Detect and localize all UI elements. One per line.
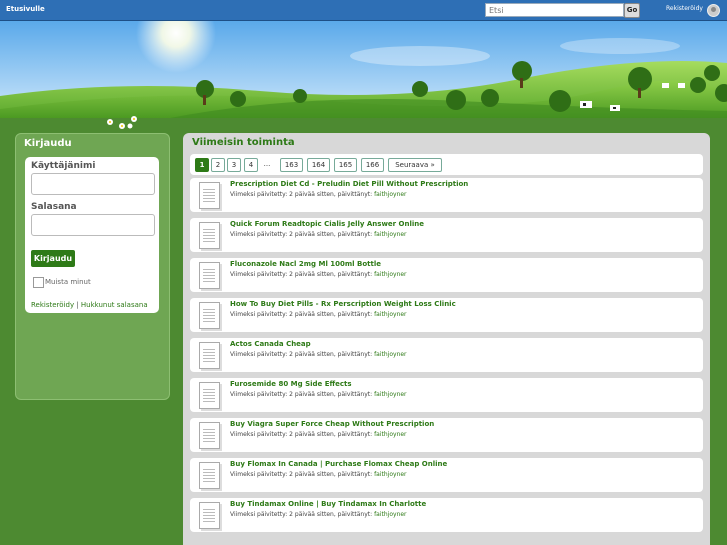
item-meta: Viimeksi päivitetty: 2 päivää sitten, pä…: [230, 271, 407, 278]
author-link[interactable]: faithjoyner: [374, 391, 406, 398]
link-separator: |: [74, 301, 81, 309]
item-meta: Viimeksi päivitetty: 2 päivää sitten, pä…: [230, 311, 407, 318]
item-meta: Viimeksi päivitetty: 2 päivää sitten, pä…: [230, 351, 407, 358]
document-icon: [199, 422, 220, 449]
list-item: Quick Forum Readtopic Cialis Jelly Answe…: [190, 218, 703, 252]
remember-me-label: Muista minut: [45, 278, 91, 286]
meta-text: Viimeksi päivitetty: 2 päivää sitten, pä…: [230, 271, 375, 278]
register-link[interactable]: Rekisteröidy: [666, 5, 703, 12]
author-link[interactable]: faithjoyner: [374, 231, 406, 238]
item-title-link[interactable]: Quick Forum Readtopic Cialis Jelly Answe…: [230, 220, 424, 228]
author-link[interactable]: faithjoyner: [374, 311, 406, 318]
sidebar-register-link[interactable]: Rekisteröidy: [31, 301, 74, 309]
document-icon: [199, 502, 220, 529]
meta-text: Viimeksi päivitetty: 2 päivää sitten, pä…: [230, 431, 375, 438]
meta-text: Viimeksi päivitetty: 2 päivää sitten, pä…: [230, 391, 375, 398]
page-163-button[interactable]: 163: [280, 158, 303, 172]
login-sidebar: Kirjaudu Käyttäjänimi Salasana Kirjaudu …: [15, 133, 170, 400]
document-icon: [199, 462, 220, 489]
list-item: Actos Canada Cheap Viimeksi päivitetty: …: [190, 338, 703, 372]
password-label: Salasana: [31, 202, 77, 212]
next-page-button[interactable]: Seuraava »: [388, 158, 442, 172]
author-link[interactable]: faithjoyner: [374, 191, 406, 198]
page-165-button[interactable]: 165: [334, 158, 357, 172]
document-icon: [199, 262, 220, 289]
page-title: Viimeisin toiminta: [192, 137, 295, 148]
item-meta: Viimeksi päivitetty: 2 päivää sitten, pä…: [230, 391, 407, 398]
meta-text: Viimeksi päivitetty: 2 päivää sitten, pä…: [230, 511, 375, 518]
author-link[interactable]: faithjoyner: [374, 431, 406, 438]
username-field[interactable]: [31, 173, 155, 195]
item-meta: Viimeksi päivitetty: 2 päivää sitten, pä…: [230, 431, 407, 438]
page-1-button[interactable]: 1: [195, 158, 209, 172]
page-3-button[interactable]: 3: [227, 158, 241, 172]
header-banner-image: [0, 21, 727, 118]
document-icon: [199, 302, 220, 329]
meta-text: Viimeksi päivitetty: 2 päivää sitten, pä…: [230, 231, 375, 238]
page-166-button[interactable]: 166: [361, 158, 384, 172]
list-item: Buy Tindamax Online | Buy Tindamax In Ch…: [190, 498, 703, 532]
document-icon: [199, 182, 220, 209]
author-link[interactable]: faithjoyner: [374, 511, 406, 518]
author-link[interactable]: faithjoyner: [374, 471, 406, 478]
meta-text: Viimeksi päivitetty: 2 päivää sitten, pä…: [230, 471, 375, 478]
pager-ellipsis: ...: [263, 160, 271, 168]
author-link[interactable]: faithjoyner: [374, 271, 406, 278]
list-item: Furosemide 80 Mg Side Effects Viimeksi p…: [190, 378, 703, 412]
item-title-link[interactable]: Prescription Diet Cd - Preludin Diet Pil…: [230, 180, 468, 188]
landscape-illustration: [0, 21, 727, 118]
forgot-password-link[interactable]: Hukkunut salasana: [81, 301, 148, 309]
list-item: Prescription Diet Cd - Preludin Diet Pil…: [190, 178, 703, 212]
login-links: Rekisteröidy | Hukkunut salasana: [31, 301, 148, 309]
recent-activity-panel: Viimeisin toiminta 1 2 3 4 ... 163 164 1…: [183, 133, 710, 545]
remember-me-checkbox[interactable]: [33, 277, 44, 288]
page-4-button[interactable]: 4: [244, 158, 258, 172]
list-item: Fluconazole Nacl 2mg Ml 100ml Bottle Vii…: [190, 258, 703, 292]
item-meta: Viimeksi päivitetty: 2 päivää sitten, pä…: [230, 191, 407, 198]
search-input[interactable]: [485, 3, 624, 17]
author-link[interactable]: faithjoyner: [374, 351, 406, 358]
search-go-button[interactable]: Go: [624, 3, 640, 18]
login-button[interactable]: Kirjaudu: [31, 250, 75, 267]
meta-text: Viimeksi päivitetty: 2 päivää sitten, pä…: [230, 191, 375, 198]
item-title-link[interactable]: Buy Flomax In Canada | Purchase Flomax C…: [230, 460, 447, 468]
document-icon: [199, 342, 220, 369]
item-title-link[interactable]: Buy Tindamax Online | Buy Tindamax In Ch…: [230, 500, 426, 508]
page-164-button[interactable]: 164: [307, 158, 330, 172]
login-title: Kirjaudu: [24, 138, 72, 149]
document-icon: [199, 222, 220, 249]
top-bar: Etusivulle Go Rekisteröidy: [0, 0, 727, 21]
item-meta: Viimeksi päivitetty: 2 päivää sitten, pä…: [230, 471, 407, 478]
list-item: Buy Flomax In Canada | Purchase Flomax C…: [190, 458, 703, 492]
login-form: Käyttäjänimi Salasana Kirjaudu Muista mi…: [25, 157, 159, 313]
item-title-link[interactable]: Buy Viagra Super Force Cheap Without Pre…: [230, 420, 434, 428]
daisy-decoration: [107, 116, 137, 129]
item-title-link[interactable]: Furosemide 80 Mg Side Effects: [230, 380, 352, 388]
pagination: 1 2 3 4 ... 163 164 165 166 Seuraava »: [190, 154, 703, 175]
item-meta: Viimeksi päivitetty: 2 päivää sitten, pä…: [230, 231, 407, 238]
document-icon: [199, 382, 220, 409]
home-link[interactable]: Etusivulle: [6, 5, 45, 13]
page-2-button[interactable]: 2: [211, 158, 225, 172]
meta-text: Viimeksi päivitetty: 2 päivää sitten, pä…: [230, 351, 375, 358]
item-title-link[interactable]: Fluconazole Nacl 2mg Ml 100ml Bottle: [230, 260, 381, 268]
item-meta: Viimeksi päivitetty: 2 päivää sitten, pä…: [230, 511, 407, 518]
password-field[interactable]: [31, 214, 155, 236]
meta-text: Viimeksi päivitetty: 2 päivää sitten, pä…: [230, 311, 375, 318]
item-title-link[interactable]: Actos Canada Cheap: [230, 340, 311, 348]
list-item: How To Buy Diet Pills - Rx Perscription …: [190, 298, 703, 332]
item-title-link[interactable]: How To Buy Diet Pills - Rx Perscription …: [230, 300, 456, 308]
list-item: Buy Viagra Super Force Cheap Without Pre…: [190, 418, 703, 452]
username-label: Käyttäjänimi: [31, 161, 96, 171]
user-icon[interactable]: [707, 4, 720, 17]
